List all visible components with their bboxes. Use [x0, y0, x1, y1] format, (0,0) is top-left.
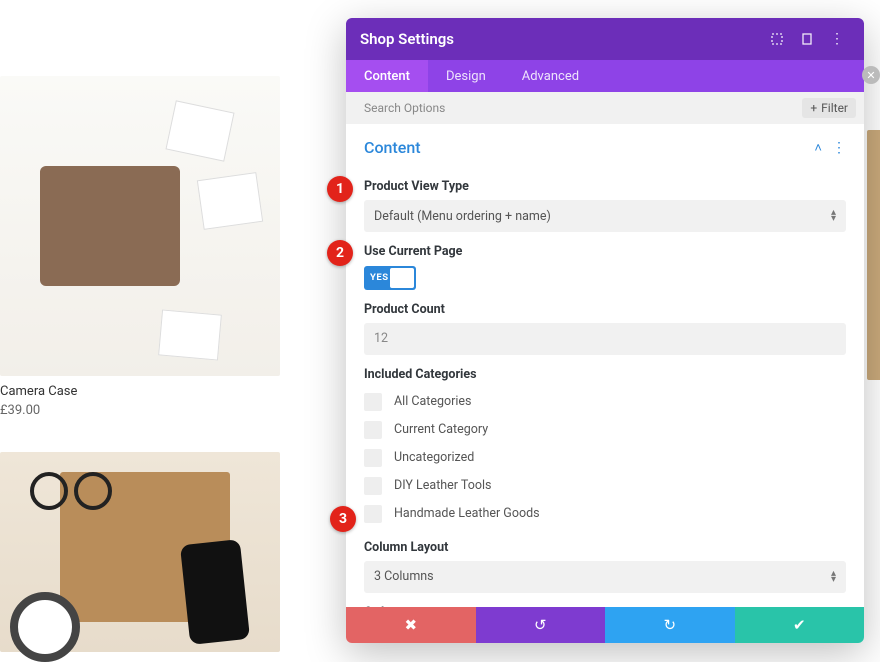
product-card: Camera Case £39.00 [0, 76, 280, 418]
category-label: All Categories [394, 394, 472, 409]
caret-icon: ▴▾ [831, 210, 836, 222]
annotation-3: 3 [330, 506, 356, 532]
plus-icon: + [810, 101, 817, 115]
category-label: DIY Leather Tools [394, 478, 492, 493]
cancel-button[interactable]: ✖ [346, 607, 476, 643]
shop-settings-panel: Shop Settings ⋮ Content Design Advanced … [346, 18, 864, 643]
redo-icon: ↻ [663, 616, 676, 634]
undo-button[interactable]: ↺ [476, 607, 606, 643]
checkbox-icon[interactable] [364, 477, 382, 495]
close-panel-button[interactable]: ✕ [862, 66, 880, 84]
checkbox-icon[interactable] [364, 421, 382, 439]
section-title: Content [364, 138, 814, 157]
product-title: Camera Case [0, 384, 280, 399]
select-value: Default (Menu ordering + name) [374, 209, 551, 224]
action-bar: ✖ ↺ ↻ ✔ [346, 607, 864, 643]
toggle-state-label: YES [370, 272, 389, 283]
search-input[interactable]: Search Options [364, 101, 445, 115]
caret-icon: ▴▾ [831, 571, 836, 583]
panel-header: Shop Settings ⋮ [346, 18, 864, 60]
panel-body: Product View Type Default (Menu ordering… [346, 167, 864, 607]
category-option[interactable]: Uncategorized [364, 444, 846, 472]
category-label: Uncategorized [394, 450, 474, 465]
section-content-header[interactable]: Content ˄ ⋮ [346, 124, 864, 167]
product-image [0, 452, 280, 652]
more-icon[interactable]: ⋮ [824, 26, 850, 52]
select-product-view-type[interactable]: Default (Menu ordering + name) ▴▾ [364, 200, 846, 232]
undo-icon: ↺ [534, 616, 547, 634]
product-price: £39.00 [0, 403, 280, 418]
filter-button[interactable]: + Filter [802, 98, 856, 118]
section-more-icon[interactable]: ⋮ [832, 140, 846, 156]
label-product-view-type: Product View Type [364, 179, 846, 194]
category-option[interactable]: Handmade Leather Goods [364, 500, 846, 528]
select-column-layout[interactable]: 3 Columns ▴▾ [364, 561, 846, 593]
checkbox-icon[interactable] [364, 505, 382, 523]
category-option[interactable]: Current Category [364, 416, 846, 444]
responsive-preview-icon[interactable] [794, 26, 820, 52]
close-icon: ✕ [866, 69, 875, 82]
close-icon: ✖ [404, 616, 417, 634]
annotation-2: 2 [327, 240, 353, 266]
label-use-current-page: Use Current Page [364, 244, 846, 259]
check-icon: ✔ [793, 616, 806, 634]
tab-bar: Content Design Advanced [346, 60, 864, 92]
category-option[interactable]: All Categories [364, 388, 846, 416]
filter-label: Filter [821, 101, 848, 115]
label-column-layout: Column Layout [364, 540, 846, 555]
panel-title: Shop Settings [360, 30, 760, 48]
product-image [0, 76, 280, 376]
checkbox-icon[interactable] [364, 393, 382, 411]
label-included-categories: Included Categories [364, 367, 846, 382]
redo-button[interactable]: ↻ [605, 607, 735, 643]
category-label: Current Category [394, 422, 488, 437]
product-image [867, 130, 880, 380]
label-product-count: Product Count [364, 302, 846, 317]
tab-design[interactable]: Design [428, 60, 504, 92]
product-card [867, 130, 880, 380]
tab-content[interactable]: Content [346, 60, 428, 92]
chevron-up-icon[interactable]: ˄ [814, 140, 822, 156]
checkbox-icon[interactable] [364, 449, 382, 467]
expand-icon[interactable] [764, 26, 790, 52]
search-row: Search Options + Filter [346, 92, 864, 124]
category-option[interactable]: DIY Leather Tools [364, 472, 846, 500]
input-product-count[interactable]: 12 [364, 323, 846, 355]
included-categories-list: All Categories Current Category Uncatego… [364, 388, 846, 528]
tab-advanced[interactable]: Advanced [504, 60, 597, 92]
toggle-use-current-page[interactable]: YES [364, 266, 416, 290]
confirm-button[interactable]: ✔ [735, 607, 865, 643]
toggle-knob [390, 268, 414, 288]
select-value: 3 Columns [374, 569, 434, 584]
category-label: Handmade Leather Goods [394, 506, 540, 521]
product-card [0, 452, 280, 652]
annotation-1: 1 [327, 176, 353, 202]
input-placeholder: 12 [374, 331, 388, 346]
